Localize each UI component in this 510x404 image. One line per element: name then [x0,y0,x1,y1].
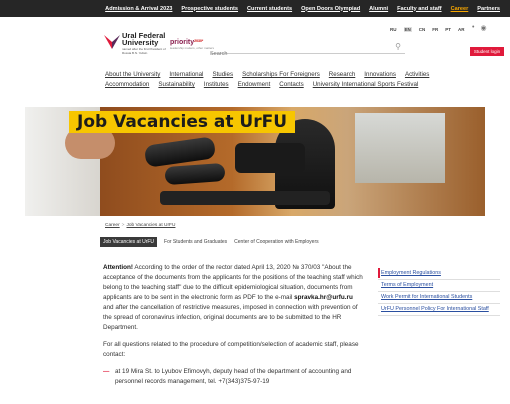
top-nav-olympiad[interactable]: Open Doors Olympiad [301,6,360,12]
logo-subtitle: named after the first President of Russi… [122,47,166,55]
main-menu-row: Accommodation Sustainability Institutes … [105,80,485,90]
contact-list: — at 19 Mira St. to Lyubov Efimovyh, depu… [103,367,365,387]
lang-cn[interactable]: CN [419,27,426,32]
breadcrumb-current[interactable]: Job Vacancies at UrFU [126,223,175,228]
main-menu-row: About the University International Studi… [105,70,485,80]
priority-name: priority [170,39,195,46]
side-link-personnel-policy[interactable]: UrFU Personnel Policy For International … [378,304,500,316]
tab-students-graduates[interactable]: For Students and Graduates [164,239,227,245]
top-nav-prospective[interactable]: Prospective students [181,6,238,12]
contact-intro: For all questions related to the procedu… [103,341,359,358]
list-item: — at 19 Mira St. to Lyubov Efimovyh, depu… [103,367,365,387]
header-icons: • ◉ [472,24,487,32]
microscope-eyepiece [164,162,226,186]
menu-about[interactable]: About the University [105,70,160,80]
menu-innovations[interactable]: Innovations [364,70,396,80]
attention-label: Attention! [103,264,133,271]
tab-job-vacancies[interactable]: Job Vacancies at UrFU [100,237,158,247]
breadcrumb-separator: > [121,223,125,228]
side-link-work-permit[interactable]: Work Permit for International Students [378,292,500,304]
side-link-terms[interactable]: Terms of Employment [378,280,500,292]
lang-ar[interactable]: AR [458,27,465,32]
lang-ru[interactable]: RU [390,27,397,32]
lang-fr[interactable]: FR [432,27,438,32]
menu-research[interactable]: Research [329,70,355,80]
language-switcher: RU EN CN FR PT AR [390,27,465,32]
menu-contacts[interactable]: Contacts [279,80,303,90]
menu-institutes[interactable]: Institutes [204,80,229,90]
microscope-stage [160,191,330,205]
hr-email-link[interactable]: spravka.hr@urfu.ru [294,294,353,301]
menu-sustainability[interactable]: Sustainability [158,80,194,90]
breadcrumb: Career > Job Vacancies at UrFU [105,223,175,228]
priority-2030-logo[interactable]: priority2030* leadership matters, other … [170,39,214,50]
search-input[interactable] [210,48,385,60]
top-nav: Admission & Arrival 2023 Prospective stu… [0,0,510,17]
priority-suffix: 2030* [194,39,204,43]
side-link-regulations[interactable]: Employment Regulations [378,268,500,280]
microscope-body [235,143,305,173]
main-content: Attention! According to the order of the… [103,263,365,387]
dash-bullet-icon: — [103,368,110,375]
menu-scholarships[interactable]: Scholarships For Foreigners [242,70,320,80]
menu-endowment[interactable]: Endowment [238,80,271,90]
page-title: Job Vacancies at UrFU [69,111,296,133]
attention-text: and after the cancellation of restrictiv… [103,304,358,331]
priority-subtitle: leadership matters, other matters [170,46,215,50]
breadcrumb-career[interactable]: Career [105,223,120,228]
active-indicator [378,268,380,278]
urfu-logo-icon[interactable] [104,33,120,51]
menu-sports-festival[interactable]: University International Sports Festival [313,80,419,90]
main-menu: About the University International Studi… [105,70,485,90]
student-login-button[interactable]: Student login [470,47,504,56]
top-nav-admission[interactable]: Admission & Arrival 2023 [105,6,172,12]
attention-paragraph: Attention! According to the order of the… [103,263,365,333]
microscope-eyepiece [143,136,217,168]
menu-studies[interactable]: Studies [212,70,233,80]
side-links: Employment Regulations Terms of Employme… [378,268,500,316]
lang-en[interactable]: EN [403,27,412,32]
tab-cooperation-employers[interactable]: Center of Cooperation with Employers [234,239,319,245]
menu-international[interactable]: International [169,70,203,80]
menu-accommodation[interactable]: Accommodation [105,80,149,90]
hero-window [355,113,445,183]
vk-icon[interactable]: • [472,24,474,32]
search-bar: ⚲ [210,42,405,60]
top-nav-current[interactable]: Current students [247,6,292,12]
top-nav-alumni[interactable]: Alumni [369,6,388,12]
logo-text[interactable]: Ural Federal University named after the … [122,32,166,55]
top-nav-career[interactable]: Career [451,6,469,12]
lang-pt[interactable]: PT [445,27,451,32]
contact-text: at 19 Mira St. to Lyubov Efimovyh, deput… [115,368,352,385]
section-tabs: Job Vacancies at UrFU For Students and G… [100,237,319,247]
top-nav-faculty[interactable]: Faculty and staff [397,6,441,12]
top-nav-partners[interactable]: Partners [477,6,500,12]
search-icon[interactable]: ⚲ [395,42,401,51]
accessibility-eye-icon[interactable]: ◉ [480,24,486,32]
menu-activities[interactable]: Activities [405,70,429,80]
logo-line2: University [122,38,159,47]
